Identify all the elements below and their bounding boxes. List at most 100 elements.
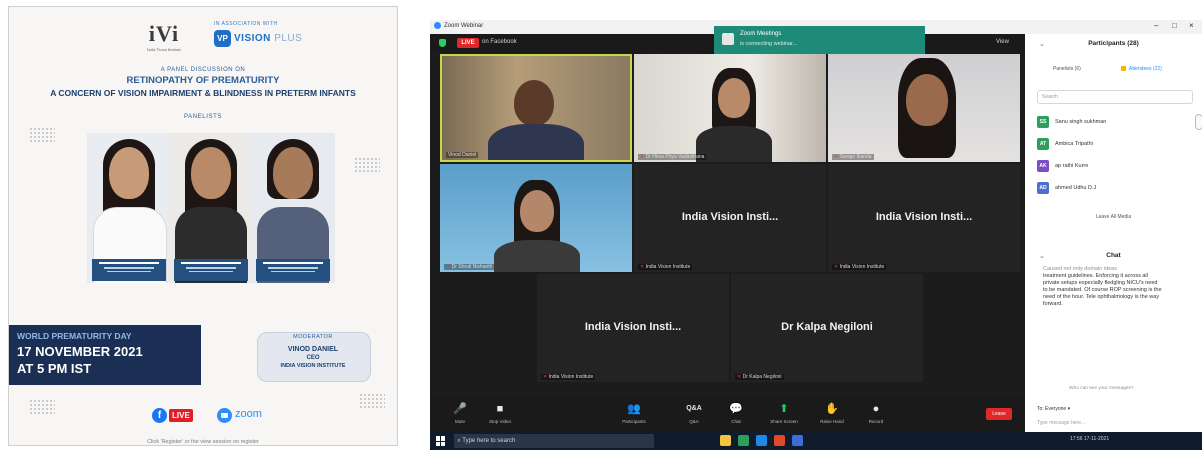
chat-button[interactable]: 💬 Chat xyxy=(718,402,754,424)
tile-8-display-name: Dr Kalpa Negiloni xyxy=(781,321,873,333)
panelist-3-caption xyxy=(256,259,330,281)
video-tile-8[interactable]: Dr Kalpa Negiloni ✕ Dr Kalpa Negiloni xyxy=(731,274,923,382)
share-screen-button[interactable]: ⬆ Share Screen xyxy=(766,402,802,424)
participants-title: Participants (28) xyxy=(1088,40,1139,47)
moderator-name: VINOD DANIEL xyxy=(287,346,339,353)
excel-icon[interactable] xyxy=(738,435,749,446)
chat-visibility-hint[interactable]: Who can see your messages? xyxy=(1069,386,1134,391)
vision-plus-suffix: PLUS xyxy=(274,32,303,44)
decorative-dots xyxy=(359,393,385,409)
share-screen-icon: ⬆ xyxy=(779,403,789,415)
live-stream-badge[interactable]: LIVE xyxy=(457,38,479,48)
participants-button[interactable]: 👥 Participants xyxy=(616,402,652,424)
panelist-photo-1 xyxy=(87,133,171,283)
tile-4-name: ✕ Dr Shruti Nishanth xyxy=(444,264,495,270)
view-button[interactable]: View xyxy=(996,39,1009,45)
participant-name: ap rathi Kurre xyxy=(1055,163,1089,169)
participant-search-input[interactable]: Search xyxy=(1037,90,1193,104)
tile-6-name-text: India Vision Institute xyxy=(839,264,885,270)
video-tile-5[interactable]: India Vision Insti... ✕ India Vision Ins… xyxy=(634,164,826,272)
panelist-photo-3 xyxy=(251,133,335,283)
participants-scrollbar[interactable] xyxy=(1195,114,1202,130)
zoom-taskbar-icon[interactable] xyxy=(756,435,767,446)
ivi-tagline: India Vision Institute xyxy=(147,47,181,52)
event-date: 17 NOVEMBER 2021 xyxy=(17,344,143,359)
vision-plus-badge: VP xyxy=(214,29,231,47)
minimize-button[interactable]: – xyxy=(1154,21,1158,30)
participant-row[interactable]: AK ap rathi Kurre xyxy=(1037,160,1187,174)
video-tile-3[interactable]: ✕ Sanigo Ikanda xyxy=(828,54,1020,162)
tile-6-name: ✕ India Vision Institute xyxy=(832,264,887,270)
qa-icon: Q&A xyxy=(686,405,702,412)
participants-icon: 👥 xyxy=(627,403,641,415)
word-icon[interactable] xyxy=(792,435,803,446)
facebook-icon: f xyxy=(152,408,167,423)
poster-title: RETINOPATHY OF PREMATURITY xyxy=(126,75,280,86)
mute-label: Mute xyxy=(454,419,465,424)
taskbar-search-box[interactable]: ⌕ Type here to search xyxy=(454,434,654,448)
participant-row[interactable]: AD ahmed Udhu D.J xyxy=(1037,182,1187,196)
chat-message-input[interactable]: Type message here... xyxy=(1037,420,1085,426)
tab-panelists[interactable]: Panelists (6) xyxy=(1053,66,1081,72)
leave-meeting-button[interactable]: Leave xyxy=(986,408,1012,420)
event-name: WORLD PREMATURITY DAY xyxy=(17,331,132,341)
record-button[interactable]: ● Record xyxy=(858,402,894,424)
chat-message-text: treatment guidelines. Enforcing it acros… xyxy=(1043,273,1162,307)
chrome-icon[interactable] xyxy=(774,435,785,446)
windows-start-icon[interactable] xyxy=(436,436,446,446)
file-explorer-icon[interactable] xyxy=(720,435,731,446)
system-tray[interactable]: 17:56 17-11-2021 xyxy=(1070,436,1109,442)
stop-video-button[interactable]: ■ Stop Video xyxy=(482,402,518,424)
close-button[interactable]: × xyxy=(1189,21,1194,30)
stop-video-label: Stop Video xyxy=(489,419,511,424)
tile-8-name-text: Dr Kalpa Negiloni xyxy=(742,374,782,380)
qa-button[interactable]: Q&A Q&A xyxy=(676,402,712,424)
participant-name: ahmed Udhu D.J xyxy=(1055,185,1097,191)
participant-row[interactable]: SS Sanu singh sukhman xyxy=(1037,116,1187,130)
video-tile-7[interactable]: India Vision Insti... ✕ India Vision Ins… xyxy=(537,274,729,382)
leave-all-media-button[interactable]: Leave All Media xyxy=(1025,214,1202,220)
microphone-icon: 🎤 xyxy=(453,403,467,415)
participant-name: Ambica Tripathi xyxy=(1055,141,1093,147)
vision-plus-name: VISION xyxy=(234,32,271,44)
panel-intro: A PANEL DISCUSSION ON xyxy=(160,67,246,73)
tile-6-display-name: India Vision Insti... xyxy=(875,211,973,223)
avatar: AK xyxy=(1037,160,1049,172)
mute-button[interactable]: 🎤 Mute xyxy=(442,402,478,424)
qa-label: Q&A xyxy=(689,419,699,424)
record-icon: ● xyxy=(872,403,880,415)
tile-5-name: ✕ India Vision Institute xyxy=(638,264,693,270)
decorative-dots xyxy=(29,127,55,143)
vision-plus-wordmark: VISION PLUS xyxy=(234,33,302,44)
tile-5-display-name: India Vision Insti... xyxy=(681,211,779,223)
chat-recipient-select[interactable]: To: Everyone ▾ xyxy=(1037,406,1070,412)
raise-hand-label: Raise Hand xyxy=(820,419,844,424)
live-platform-label[interactable]: on Facebook xyxy=(482,39,517,45)
moderator-org: INDIA VISION INSTITUTE xyxy=(280,363,346,369)
raise-hand-icon: ✋ xyxy=(825,403,839,415)
share-screen-label: Share Screen xyxy=(770,419,798,424)
tile-2-name: ✕ Dr Hima Priya Vadasthana xyxy=(638,154,707,160)
maximize-button[interactable]: □ xyxy=(1172,21,1177,30)
tab-attendees[interactable]: Attendees (22) xyxy=(1129,66,1162,72)
video-tile-1[interactable]: Vinod Daniel xyxy=(440,54,632,162)
security-shield-icon[interactable] xyxy=(439,39,446,47)
participant-row[interactable]: AT Ambica Tripathi xyxy=(1037,138,1187,152)
decorative-dots xyxy=(354,157,380,173)
chat-message: Caused not only domain ideas treatment g… xyxy=(1043,266,1163,308)
chat-label: Chat xyxy=(731,419,741,424)
poster-footer: Click 'Register' or the view session on … xyxy=(147,439,259,445)
notification-title: Zoom Meetings xyxy=(740,31,782,37)
participant-name: Sanu singh sukhman xyxy=(1055,119,1107,125)
notification-body: is connecting webinar... xyxy=(740,41,798,47)
event-time: AT 5 PM IST xyxy=(17,361,92,376)
video-tile-2[interactable]: ✕ Dr Hima Priya Vadasthana xyxy=(634,54,826,162)
zoom-camera-icon xyxy=(217,408,232,423)
video-tile-6[interactable]: India Vision Insti... ✕ India Vision Ins… xyxy=(828,164,1020,272)
video-tile-4[interactable]: ✕ Dr Shruti Nishanth xyxy=(440,164,632,272)
avatar: AD xyxy=(1037,182,1049,194)
record-label: Record xyxy=(868,419,884,424)
zoom-notification[interactable]: Zoom Meetings is connecting webinar... xyxy=(714,26,925,54)
tile-4-name-text: Dr Shruti Nishanth xyxy=(451,264,493,270)
raise-hand-button[interactable]: ✋ Raise Hand xyxy=(814,402,850,424)
